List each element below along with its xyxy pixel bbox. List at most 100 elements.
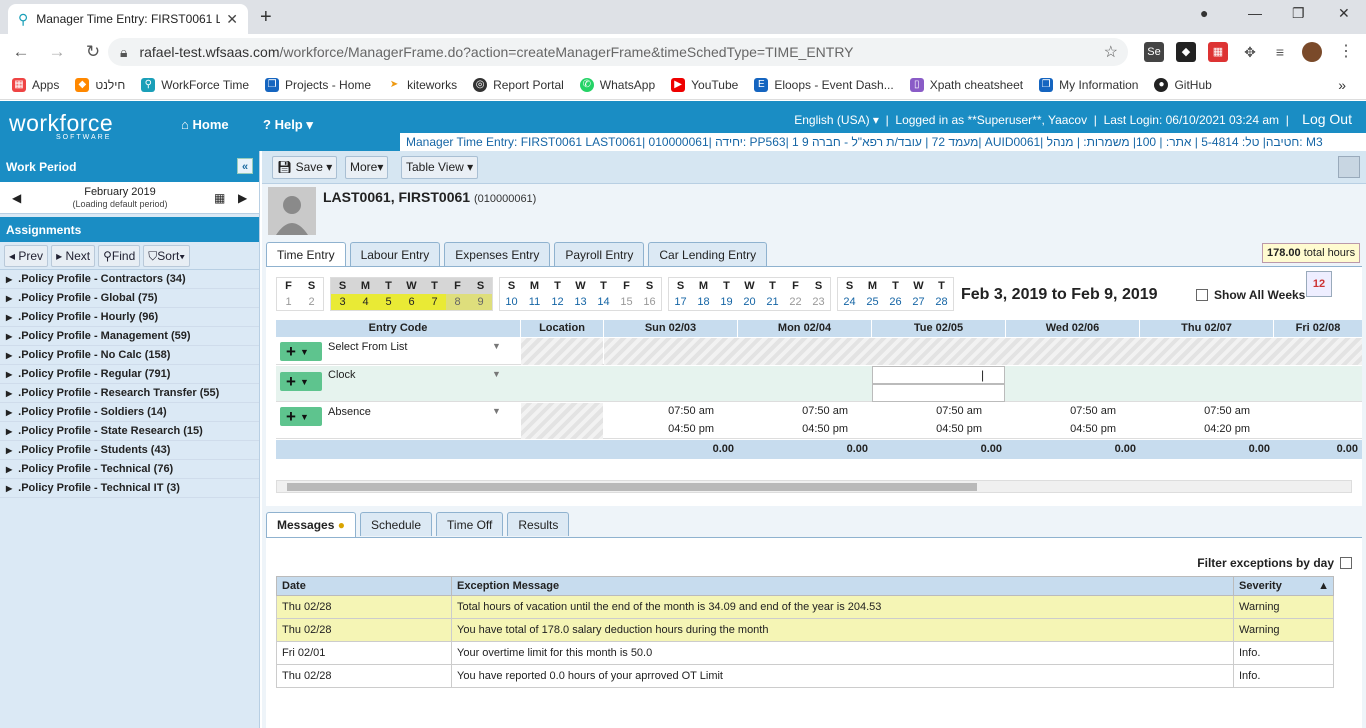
week-partial[interactable]: F S 1 2 [276, 277, 324, 311]
table-view-button[interactable]: Table View ▾ [401, 156, 479, 179]
expand-icon[interactable]: ▶ [6, 446, 12, 455]
new-tab-icon[interactable]: + [260, 6, 272, 29]
bookmark-star-icon[interactable]: ☆ [1104, 42, 1118, 62]
entry-code-dropdown-icon[interactable]: ▼ [492, 369, 501, 379]
tab-messages[interactable]: Messages ● [266, 512, 356, 537]
user-avatar-icon[interactable] [1302, 42, 1322, 62]
prev-button[interactable]: ◂ Prev [4, 244, 49, 267]
forward-icon[interactable]: → [42, 42, 72, 62]
selenium-extension-icon[interactable]: Se [1144, 42, 1164, 62]
expand-icon[interactable]: ▶ [6, 408, 12, 417]
expand-icon[interactable]: ▶ [6, 427, 12, 436]
expand-icon[interactable]: ▶ [6, 389, 12, 398]
tab-labour-entry[interactable]: Labour Entry [349, 242, 441, 266]
extensions-puzzle-icon[interactable]: ✥ [1240, 42, 1260, 62]
tab-time-entry[interactable]: Time Entry [266, 242, 346, 267]
week-2[interactable]: S M T W T F S 10 11 12 13 14 15 16 [499, 277, 662, 311]
help-nav[interactable]: ? Help ▾ [263, 117, 313, 133]
column-header[interactable]: Severity ▲ [1233, 576, 1334, 596]
expand-icon[interactable]: ▶ [6, 351, 12, 360]
time-out-cell[interactable]: 04:20 pm [1140, 421, 1250, 438]
bookmark-apps[interactable]: ▦ Apps [12, 77, 59, 92]
next-period-icon[interactable]: ▶ [238, 191, 247, 205]
table-row[interactable]: Thu 02/28 You have reported 0.0 hours of… [276, 664, 1334, 688]
tab-payroll-entry[interactable]: Payroll Entry [554, 242, 645, 266]
list-item[interactable]: ▶ .Policy Profile - Global (75) [0, 289, 259, 308]
language-select[interactable]: English (USA) [794, 113, 869, 127]
color-extension-icon[interactable]: ▦ [1208, 42, 1228, 62]
next-button[interactable]: ▸ Next [51, 244, 96, 267]
bookmark-kiteworks[interactable]: ➤ kiteworks [387, 77, 457, 92]
expand-icon[interactable]: ▶ [6, 275, 12, 284]
profile-menu-icon[interactable]: ● [1200, 5, 1208, 21]
tab-results[interactable]: Results [507, 512, 570, 536]
reload-icon[interactable]: ↻ [78, 42, 108, 62]
entry-code-select[interactable]: Select From List [328, 341, 407, 353]
expand-icon[interactable]: ▶ [6, 313, 12, 322]
table-row[interactable]: Thu 02/28 You have total of 178.0 salary… [276, 618, 1334, 642]
entry-code-dropdown-icon[interactable]: ▼ [492, 341, 501, 351]
close-window-icon[interactable]: ✕ [1338, 5, 1350, 22]
sort-ascending-icon[interactable]: ▲ [1318, 580, 1329, 592]
time-out-cell[interactable]: 04:50 pm [738, 421, 848, 438]
filter-exceptions-toggle[interactable]: Filter exceptions by day [1197, 556, 1352, 570]
table-row[interactable]: Fri 02/01 Your overtime limit for this m… [276, 641, 1334, 665]
find-button[interactable]: ⚲Find [98, 244, 141, 267]
media-control-icon[interactable]: ≡ [1270, 42, 1290, 62]
week-selected[interactable]: SMTWTFS 3456789 [330, 277, 493, 311]
show-all-weeks-checkbox[interactable] [1196, 289, 1208, 301]
bookmark-my-information[interactable]: ❐ My Information [1039, 77, 1138, 92]
restore-icon[interactable]: ❐ [1292, 5, 1305, 22]
expand-icon[interactable]: ▶ [6, 332, 12, 341]
more-button[interactable]: More▾ [345, 156, 389, 179]
list-item[interactable]: ▶ .Policy Profile - Hourly (96) [0, 308, 259, 327]
column-header[interactable]: Date [276, 576, 452, 596]
time-out-cell[interactable]: 04:50 pm [1006, 421, 1116, 438]
tab-time-off[interactable]: Time Off [436, 512, 504, 536]
calendar-picker-icon[interactable]: 12 [1306, 271, 1332, 297]
expand-icon[interactable]: ▶ [6, 370, 12, 379]
profile-picture-icon[interactable] [1338, 156, 1360, 178]
bookmark-hilnet[interactable]: ◆ חילנט [75, 77, 125, 92]
week-3[interactable]: S M T W T F S 17 18 19 20 21 22 23 [668, 277, 831, 311]
add-entry-button[interactable]: + ▼ [280, 407, 322, 426]
list-item[interactable]: ▶ .Policy Profile - No Calc (158) [0, 346, 259, 365]
bookmark-workforce[interactable]: ⚲ WorkForce Time [141, 77, 249, 92]
bookmark-whatsapp[interactable]: ✆ WhatsApp [579, 77, 655, 92]
logout-link[interactable]: Log Out [1302, 111, 1352, 127]
list-item[interactable]: ▶ .Policy Profile - Soldiers (14) [0, 403, 259, 422]
sort-button[interactable]: ⛉Sort▾ [143, 244, 191, 267]
expand-icon[interactable]: ▶ [6, 294, 12, 303]
calendar-icon[interactable]: ▦ [214, 191, 225, 205]
time-in-cell[interactable]: 07:50 am [872, 403, 982, 420]
list-item[interactable]: ▶ .Policy Profile - Technical IT (3) [0, 479, 259, 498]
save-button[interactable]: 💾︎ Save ▾ [272, 156, 338, 179]
expand-icon[interactable]: ▶ [6, 484, 12, 493]
browser-menu-icon[interactable]: ⋮ [1336, 42, 1356, 62]
shield-extension-icon[interactable]: ◆ [1176, 42, 1196, 62]
week-4[interactable]: S M T W T 24 25 26 27 28 [837, 277, 954, 311]
bookmark-eloops[interactable]: E Eloops - Event Dash... [754, 77, 894, 92]
close-tab-icon[interactable]: ✕ [226, 11, 238, 28]
url-field[interactable]: 🔒︎ rafael-test.wfsaas.com/workforce/Mana… [108, 38, 1128, 66]
table-row[interactable]: Thu 02/28 Total hours of vacation until … [276, 595, 1334, 619]
tab-car-lending-entry[interactable]: Car Lending Entry [648, 242, 768, 266]
entry-code-select[interactable]: Absence [328, 406, 371, 418]
time-in-cell[interactable]: 07:50 am [738, 403, 848, 420]
bookmark-projects[interactable]: ❐ Projects - Home [265, 77, 371, 92]
bookmark-report-portal[interactable]: ◎ Report Portal [473, 77, 564, 92]
clock-out-input[interactable] [872, 384, 1005, 402]
list-item[interactable]: ▶ .Policy Profile - State Research (15) [0, 422, 259, 441]
show-all-weeks-toggle[interactable]: Show All Weeks [1196, 288, 1305, 302]
entry-code-select[interactable]: Clock [328, 369, 356, 381]
horizontal-scrollbar[interactable] [276, 480, 1352, 493]
list-item[interactable]: ▶ .Policy Profile - Contractors (34) [0, 270, 259, 289]
home-nav[interactable]: ⌂ Home [181, 117, 229, 132]
expand-icon[interactable]: ▶ [6, 465, 12, 474]
scrollbar-thumb[interactable] [287, 483, 977, 491]
add-entry-button[interactable]: + ▼ [280, 372, 322, 391]
more-bookmarks-icon[interactable]: » [1338, 77, 1346, 93]
time-in-cell[interactable]: 07:50 am [1140, 403, 1250, 420]
browser-tab[interactable]: ⚲ Manager Time Entry: FIRST0061 L ✕ [8, 4, 248, 34]
bookmark-xpath[interactable]: ▯ Xpath cheatsheet [909, 77, 1023, 92]
